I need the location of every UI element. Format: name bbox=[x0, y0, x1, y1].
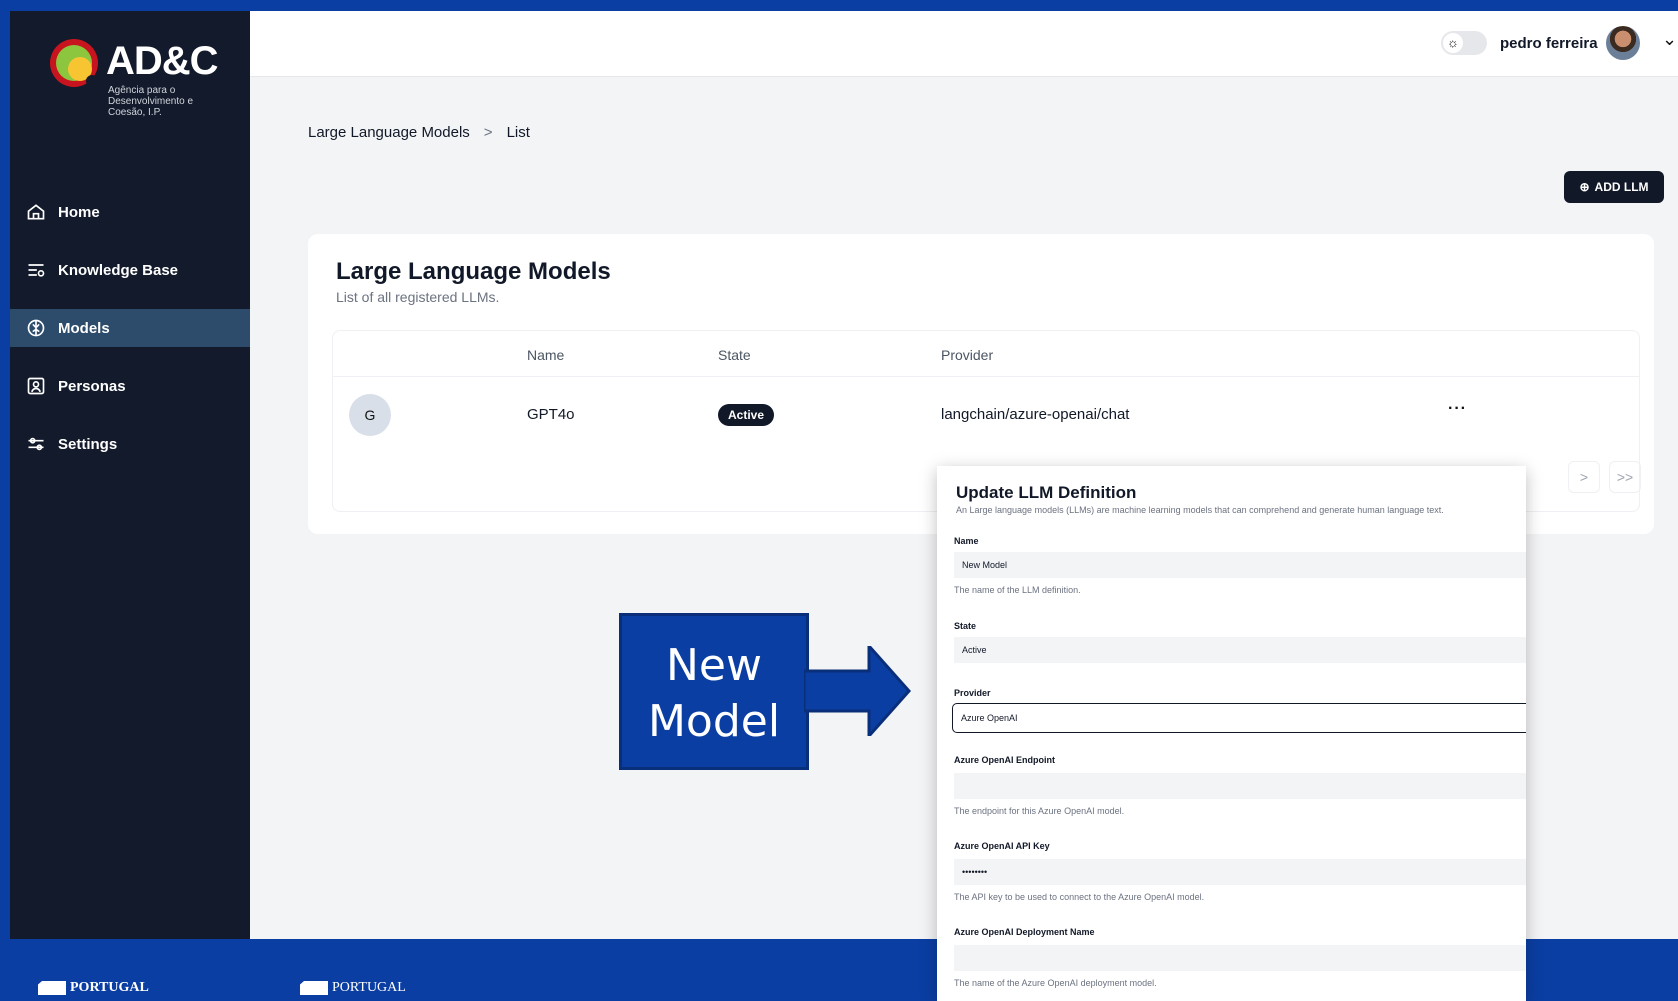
dialog-description: An Large language models (LLMs) are mach… bbox=[956, 505, 1444, 515]
column-header-state[interactable]: State bbox=[718, 347, 751, 363]
state-label: State bbox=[954, 621, 977, 631]
user-avatar[interactable] bbox=[1606, 26, 1640, 60]
page-subtitle: List of all registered LLMs. bbox=[336, 289, 500, 305]
provider-label: Provider bbox=[954, 688, 991, 698]
sidebar-item-home[interactable]: Home bbox=[10, 193, 250, 231]
logo-subtitle: Agência para o Desenvolvimento e Coesão,… bbox=[108, 85, 194, 118]
sidebar-item-label: Models bbox=[58, 319, 110, 337]
search-list-icon bbox=[28, 264, 45, 277]
chevron-right-icon: > bbox=[483, 124, 493, 141]
deployment-label: Azure OpenAI Deployment Name bbox=[954, 927, 1095, 937]
sidebar-item-settings[interactable]: Settings bbox=[10, 425, 250, 463]
brain-icon bbox=[27, 319, 45, 337]
deployment-field[interactable] bbox=[954, 945, 1526, 971]
update-llm-dialog: Update LLM Definition An Large language … bbox=[937, 466, 1526, 1001]
next-page-button[interactable]: > bbox=[1568, 461, 1600, 493]
sliders-icon bbox=[28, 437, 44, 451]
home-icon bbox=[27, 204, 45, 220]
name-field[interactable]: New Model bbox=[954, 552, 1526, 578]
sidebar-item-models[interactable]: Models bbox=[10, 309, 250, 347]
page-title: Large Language Models bbox=[336, 258, 611, 285]
more-actions-icon[interactable]: ··· bbox=[1448, 400, 1467, 418]
sidebar-nav: Home Knowledge Base Models Personas Sett… bbox=[10, 193, 250, 483]
sidebar-item-label: Personas bbox=[58, 377, 126, 395]
sidebar-item-label: Home bbox=[58, 203, 100, 221]
portugal-mark-icon bbox=[26, 981, 66, 995]
model-avatar: G bbox=[349, 394, 391, 436]
arrow-right-icon bbox=[804, 646, 912, 736]
endpoint-help: The endpoint for this Azure OpenAI model… bbox=[954, 806, 1125, 816]
top-bar: ☼ pedro ferreira ⌄ bbox=[250, 11, 1678, 77]
plus-circle-icon: ⊕ bbox=[1579, 180, 1590, 194]
api-key-label: Azure OpenAI API Key bbox=[954, 841, 1050, 851]
provider-select[interactable]: Azure OpenAI bbox=[952, 703, 1526, 733]
portugal-logo-2: PORTUGAL bbox=[288, 980, 406, 996]
chevron-down-icon[interactable]: ⌄ bbox=[1662, 29, 1677, 50]
endpoint-label: Azure OpenAI Endpoint bbox=[954, 755, 1055, 765]
breadcrumb: Large Language Models > List bbox=[308, 124, 530, 141]
portugal-logo: PORTUGAL bbox=[26, 980, 149, 996]
column-header-provider[interactable]: Provider bbox=[941, 347, 993, 363]
name-help: The name of the LLM definition. bbox=[954, 585, 1081, 595]
portugal-mark-icon bbox=[288, 981, 328, 995]
callout-line-2: Model bbox=[647, 696, 781, 747]
logo-emblem-icon bbox=[50, 39, 98, 87]
sidebar: AD&C Agência para o Desenvolvimento e Co… bbox=[10, 11, 250, 941]
callout-line-1: New bbox=[666, 640, 762, 691]
deployment-help: The name of the Azure OpenAI deployment … bbox=[954, 978, 1157, 988]
sidebar-item-personas[interactable]: Personas bbox=[10, 367, 250, 405]
sidebar-item-label: Settings bbox=[58, 435, 118, 453]
breadcrumb-parent[interactable]: Large Language Models bbox=[308, 124, 470, 141]
state-select[interactable]: Active bbox=[954, 637, 1526, 663]
last-page-button[interactable]: >> bbox=[1609, 461, 1641, 493]
column-header-name[interactable]: Name bbox=[527, 347, 564, 363]
sidebar-item-label: Knowledge Base bbox=[58, 261, 179, 279]
endpoint-field[interactable] bbox=[954, 773, 1526, 799]
status-badge: Active bbox=[718, 404, 775, 426]
dialog-title: Update LLM Definition bbox=[956, 483, 1137, 502]
theme-toggle[interactable]: ☼ bbox=[1441, 31, 1487, 55]
table-header: Name State Provider bbox=[333, 331, 1639, 377]
persona-icon bbox=[27, 377, 45, 395]
sun-icon: ☼ bbox=[1443, 33, 1463, 53]
add-llm-label: ADD LLM bbox=[1594, 180, 1649, 194]
breadcrumb-current: List bbox=[506, 124, 530, 141]
model-provider: langchain/azure-openai/chat bbox=[941, 406, 1130, 423]
model-name: GPT4o bbox=[527, 406, 575, 423]
new-model-callout: New Model bbox=[619, 613, 809, 770]
api-key-field[interactable]: •••••••• bbox=[954, 859, 1526, 885]
logo-name: AD&C bbox=[106, 39, 219, 83]
add-llm-button[interactable]: ⊕ ADD LLM bbox=[1564, 171, 1664, 203]
user-name[interactable]: pedro ferreira bbox=[1500, 35, 1598, 52]
api-key-help: The API key to be used to connect to the… bbox=[954, 892, 1205, 902]
name-label: Name bbox=[954, 536, 979, 546]
sidebar-item-knowledge-base[interactable]: Knowledge Base bbox=[10, 251, 250, 289]
table-row[interactable]: G GPT4o Active langchain/azure-openai/ch… bbox=[333, 378, 1639, 448]
